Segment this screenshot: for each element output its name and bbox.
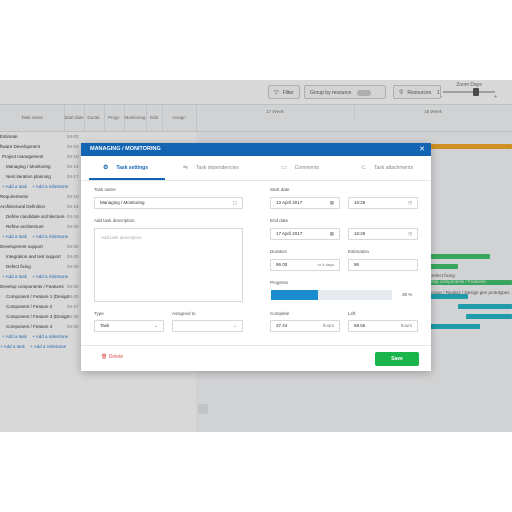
- left-input[interactable]: 58.56 hours: [348, 320, 418, 332]
- progress-percent: 39 %: [402, 292, 413, 297]
- end-date-input[interactable]: 17 April 2017 ▦: [270, 228, 340, 240]
- calendar-icon: ▦: [329, 231, 334, 236]
- duration-label: Duration: [270, 249, 288, 254]
- tab-task-attachments[interactable]: ⊂ Task attachments: [361, 156, 413, 180]
- comment-icon: ▭: [281, 165, 287, 171]
- tab-comments[interactable]: ▭ Comments: [281, 156, 319, 180]
- delete-button[interactable]: 🗑 Delete: [101, 354, 123, 360]
- task-description-textarea[interactable]: Add task description: [94, 228, 243, 302]
- type-select[interactable]: Task ⌄: [94, 320, 164, 332]
- attachment-icon: ⊂: [361, 165, 367, 171]
- modal-title: MANAGING / MONITORING: [81, 143, 431, 156]
- progress-bar[interactable]: [271, 290, 392, 300]
- chevron-down-icon: ⌄: [154, 323, 158, 328]
- progress-label: Progress: [270, 280, 289, 285]
- complete-input[interactable]: 37.44 hours: [270, 320, 340, 332]
- task-name-label: Task name: [94, 187, 116, 192]
- gear-icon: ⚙: [103, 165, 109, 171]
- calendar-icon: ▦: [329, 200, 334, 205]
- active-tab-indicator: [89, 178, 165, 180]
- start-date-label: Start date: [270, 187, 290, 192]
- estimation-label: Estimation: [348, 249, 370, 254]
- assigned-to-label: Assigned to: [172, 311, 196, 316]
- duration-input[interactable]: 96.00 or 4 days: [270, 259, 340, 271]
- edit-icon: ▢: [232, 200, 237, 205]
- dependencies-icon: ⇋: [183, 165, 189, 171]
- chevron-down-icon: ⌄: [233, 323, 237, 328]
- start-time-input[interactable]: 16:26 ◷: [348, 197, 418, 209]
- close-icon[interactable]: ✕: [419, 143, 425, 156]
- clock-icon: ◷: [408, 200, 412, 205]
- task-name-input[interactable]: Managing / Monitoring ▢: [94, 197, 243, 209]
- complete-label: Complete: [270, 311, 290, 316]
- trash-icon: 🗑: [101, 354, 108, 360]
- tab-task-dependencies[interactable]: ⇋ Task dependencies: [183, 156, 239, 180]
- tab-task-settings[interactable]: ⚙ Task settings: [103, 156, 148, 180]
- modal-footer: 🗑 Delete Save: [81, 345, 431, 372]
- clock-icon: ◷: [408, 231, 412, 236]
- estimation-input[interactable]: 96: [348, 259, 418, 271]
- type-label: Type: [94, 311, 104, 316]
- description-label: Add task description: [94, 218, 135, 223]
- start-date-input[interactable]: 13 April 2017 ▦: [270, 197, 340, 209]
- progress-bar-fill: [271, 290, 319, 300]
- end-time-input[interactable]: 16:26 ◷: [348, 228, 418, 240]
- assigned-to-select[interactable]: ⌄: [172, 320, 243, 332]
- save-button[interactable]: Save: [375, 352, 419, 366]
- end-date-label: End date: [270, 218, 289, 223]
- left-label: Left: [348, 311, 356, 316]
- modal-tabs: ⚙ Task settings ⇋ Task dependencies ▭ Comme…: [81, 156, 431, 181]
